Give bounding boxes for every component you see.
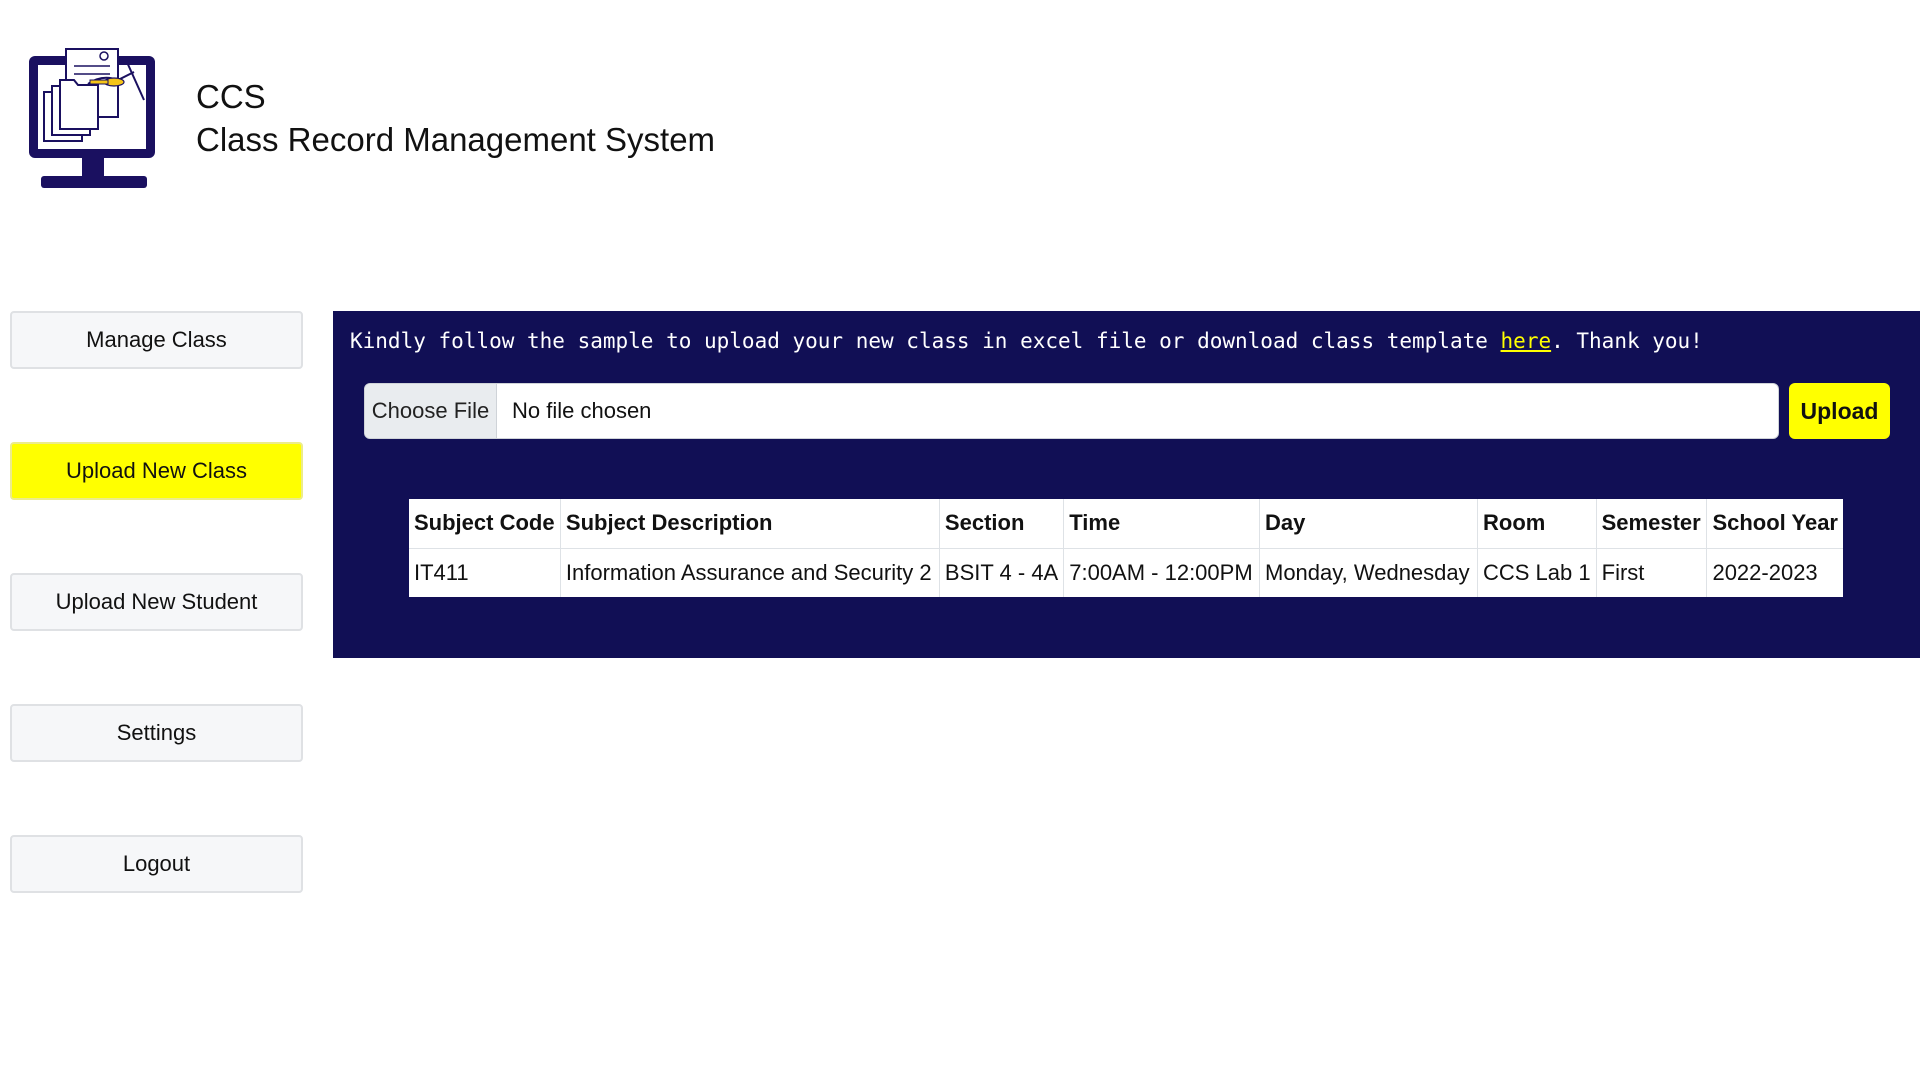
app-header: CCS Class Record Management System — [26, 46, 715, 191]
class-preview-table: Subject Code Subject Description Section… — [409, 499, 1843, 597]
logout-button[interactable]: Logout — [10, 835, 303, 893]
table-cell: CCS Lab 1 — [1477, 548, 1597, 597]
column-header: School Year — [1706, 499, 1843, 549]
upload-instructions: Kindly follow the sample to upload your … — [350, 329, 1703, 353]
instructions-text: Kindly follow the sample to upload your … — [350, 329, 1501, 353]
settings-button[interactable]: Settings — [10, 704, 303, 762]
upload-new-class-button[interactable]: Upload New Class — [10, 442, 303, 500]
choose-file-button[interactable]: Choose File — [365, 384, 497, 438]
brand: CCS Class Record Management System — [196, 76, 715, 162]
table-header-row: Subject Code Subject Description Section… — [409, 499, 1843, 549]
column-header: Subject Description — [559, 499, 940, 549]
table-cell: Information Assurance and Security 2 — [559, 548, 940, 597]
template-download-link[interactable]: here — [1501, 329, 1552, 353]
brand-short-name: CCS — [196, 78, 266, 115]
sidebar: Manage Class Upload New Class Upload New… — [10, 311, 303, 966]
column-header: Semester — [1595, 499, 1707, 549]
upload-new-student-button[interactable]: Upload New Student — [10, 573, 303, 631]
table-cell: Monday, Wednesday — [1259, 548, 1478, 597]
table-row: IT411 Information Assurance and Security… — [409, 548, 1843, 597]
column-header: Subject Code — [409, 499, 561, 549]
file-input[interactable]: Choose File No file chosen — [364, 383, 1779, 439]
table-cell: IT411 — [414, 559, 469, 585]
table-cell: 2022-2023 — [1706, 548, 1843, 597]
table-cell: BSIT 4 - 4A — [938, 548, 1064, 597]
file-status: No file chosen — [512, 398, 652, 423]
column-header: Room — [1477, 499, 1597, 549]
column-header: Section — [938, 499, 1064, 549]
upload-button[interactable]: Upload — [1789, 383, 1890, 439]
manage-class-button[interactable]: Manage Class — [10, 311, 303, 369]
brand-full-name: Class Record Management System — [196, 120, 716, 158]
upload-class-panel: Kindly follow the sample to upload your … — [333, 311, 1920, 658]
instructions-text-end: . Thank you! — [1551, 329, 1703, 353]
computer-monitor-documents-icon — [29, 48, 155, 188]
table-cell: First — [1595, 548, 1707, 597]
column-header: Day — [1259, 499, 1478, 549]
column-header: Time — [1063, 499, 1260, 549]
table-cell: 7:00AM - 12:00PM — [1063, 548, 1260, 597]
